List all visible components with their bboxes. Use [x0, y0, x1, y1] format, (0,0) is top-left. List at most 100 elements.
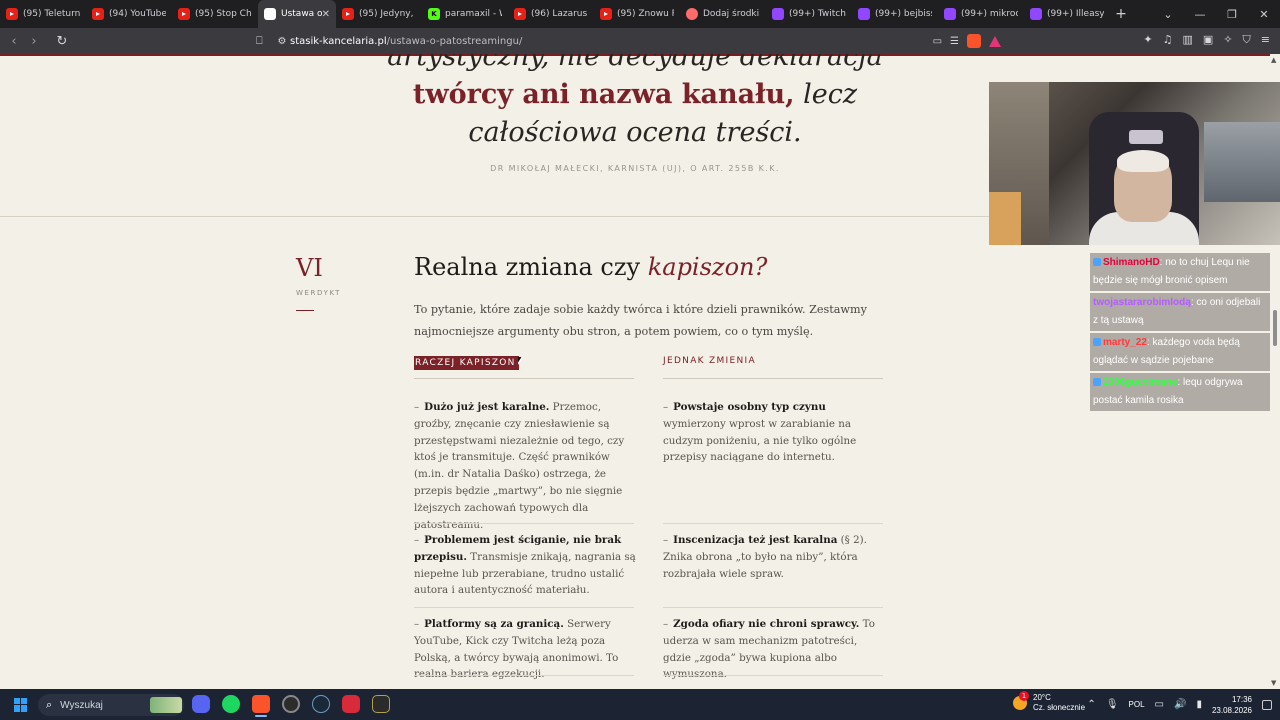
volume-icon[interactable]: 🔊 [1174, 699, 1186, 710]
url-domain: stasik-kancelaria.pl [290, 35, 387, 47]
section-label: WERDYKT [296, 289, 342, 297]
tab-2[interactable]: (95) Stop Chan [172, 0, 258, 28]
ad-icon [686, 8, 698, 20]
tab-11[interactable]: (99+) mikrocy [938, 0, 1024, 28]
chat-badge-icon [1093, 378, 1101, 387]
tab-1[interactable]: (94) YouTube [86, 0, 172, 28]
sidebar-icon[interactable]: ▥ [1183, 33, 1193, 47]
notification-icon[interactable] [1262, 699, 1272, 710]
column-rule-right [663, 378, 883, 379]
webcam-overlay [989, 82, 1280, 245]
windows-start-icon[interactable] [14, 697, 28, 712]
vpn-icon[interactable]: ⛉ [1243, 33, 1251, 47]
recorder-icon[interactable] [342, 695, 360, 713]
back-arrow-icon[interactable]: ‹ [4, 34, 24, 49]
section-divider [0, 216, 1000, 217]
display-icon[interactable]: ▭ [1155, 699, 1164, 710]
twitch-icon [772, 8, 784, 20]
scroll-down-icon[interactable]: ▼ [1271, 679, 1276, 687]
chat-message: marty_22: każdego voda będą oglądać w są… [1090, 333, 1270, 371]
tab-6[interactable]: (96) Lazarus Ru [508, 0, 594, 28]
document-icon [264, 8, 276, 20]
argument-right-2: – Inscenizacja też jest karalna (§ 2). Zn… [663, 534, 867, 580]
column-rule-left [414, 378, 634, 379]
argument-rule [663, 675, 883, 676]
navigation-bar: ‹ › ↻ ⎕ ⚙ stasik-kancelaria.pl/ustawa-o-… [0, 28, 1280, 54]
site-info-icon[interactable]: ⚙ [274, 36, 290, 47]
taskbar-search[interactable]: ⌕ Wyszukaj [38, 694, 184, 716]
close-tab-icon[interactable]: ✕ [322, 9, 330, 20]
argument-left-3: – Platformy są za granicą. Serwery YouTub… [414, 618, 619, 680]
bookmark-icon[interactable]: ⎕ [256, 34, 274, 48]
column-title-right: JEDNAK ZMIENIA [663, 356, 756, 366]
section-number: VI [296, 254, 323, 282]
reader-mode-icon[interactable]: ☰ [950, 36, 959, 47]
chrome-icon[interactable] [282, 695, 300, 713]
tab-9[interactable]: (99+) Twitch [766, 0, 852, 28]
tab-7[interactable]: (95) Znowu Pol [594, 0, 680, 28]
argument-left-2: – Problemem jest ściganie, nie brak przep… [414, 534, 636, 597]
battery-icon[interactable]: ▮ [1196, 699, 1202, 710]
scrollbar-thumb[interactable] [1273, 310, 1277, 346]
youtube-icon [600, 8, 612, 20]
chevron-up-icon[interactable]: ⌃ [1087, 699, 1095, 710]
twitch-icon [944, 8, 956, 20]
spotify-icon[interactable] [222, 695, 240, 713]
youtube-icon [342, 8, 354, 20]
wallet-icon[interactable]: ▣ [1203, 33, 1213, 47]
tab-0[interactable]: (95) Teleturnie [0, 0, 86, 28]
language-indicator[interactable]: POL [1129, 700, 1145, 709]
close-window-icon[interactable]: ✕ [1248, 8, 1280, 21]
clock[interactable]: 17:36 23.08.2026 [1212, 694, 1252, 716]
tab-12[interactable]: (99+) Illeasy_ [1024, 0, 1110, 28]
taskbar-apps [192, 695, 390, 717]
tab-8[interactable]: Dodaj środki - [680, 0, 766, 28]
app-icon[interactable] [372, 695, 390, 713]
youtube-icon [92, 8, 104, 20]
kick-icon: K [428, 8, 440, 20]
mouse-cursor [518, 357, 523, 365]
tab-list-chevron-icon[interactable]: ⌄ [1152, 8, 1184, 21]
restore-icon[interactable]: ❐ [1216, 8, 1248, 21]
stream-chat-overlay: ShimanoHD: no to chuj Lequ nie będzie si… [1090, 253, 1270, 413]
column-title-left: RACZEJ KAPISZON [414, 356, 519, 370]
argument-left-1: – Dużo już jest karalne. Przemoc, groźby,… [414, 401, 625, 531]
address-bar[interactable]: ⎕ ⚙ stasik-kancelaria.pl/ustawa-o-patost… [256, 31, 1001, 51]
reload-icon[interactable]: ↻ [52, 34, 72, 49]
youtube-icon [514, 8, 526, 20]
tab-4[interactable]: (95) Jedyny, kt [336, 0, 422, 28]
chat-badge-icon [1093, 258, 1101, 267]
address-bar-tools: ▭ ☰ [933, 31, 1001, 51]
section-intro: To pytanie, które zadaje sobie każdy twó… [414, 303, 867, 338]
chat-message: 2006guccimane: lequ odgrywa postać kamil… [1090, 373, 1270, 411]
chat-message: ShimanoHD: no to chuj Lequ nie będzie si… [1090, 253, 1270, 291]
scroll-up-icon[interactable]: ▲ [1271, 56, 1276, 64]
brave-shield-icon[interactable] [967, 34, 981, 48]
chat-badge-icon [1093, 338, 1101, 347]
cast-icon[interactable]: ▭ [933, 36, 942, 47]
brave-rewards-icon[interactable] [989, 35, 1001, 47]
tab-10[interactable]: (99+) bejbiss [852, 0, 938, 28]
tab-5[interactable]: Kparamaxil - Wa [422, 0, 508, 28]
brave-browser-icon[interactable] [252, 695, 270, 717]
search-icon: ⌕ [46, 698, 53, 711]
weather-widget[interactable]: 20°CCz. słonecznie [1013, 691, 1085, 713]
leo-ai-icon[interactable]: ✧ [1223, 33, 1232, 47]
menu-icon[interactable]: ≡ [1261, 33, 1270, 47]
argument-rule [414, 675, 634, 676]
extensions-icon[interactable]: ✦ [1143, 33, 1152, 47]
new-tab-button[interactable]: + [1110, 6, 1132, 22]
argument-rule [414, 523, 634, 524]
minimize-icon[interactable]: — [1184, 8, 1216, 21]
sun-icon [1013, 691, 1029, 710]
forward-arrow-icon[interactable]: › [24, 34, 44, 49]
discord-icon[interactable] [192, 695, 210, 713]
tab-3-active[interactable]: Ustawa o ✕ [258, 0, 336, 28]
twitch-icon [858, 8, 870, 20]
youtube-icon [178, 8, 190, 20]
chat-message: twojastararobimlodą: co oni odjebali z t… [1090, 293, 1270, 331]
media-icon[interactable]: ♫ [1163, 33, 1173, 47]
steam-icon[interactable] [312, 695, 330, 713]
microphone-icon[interactable]: 🎙 [1106, 699, 1119, 710]
argument-rule [663, 523, 883, 524]
